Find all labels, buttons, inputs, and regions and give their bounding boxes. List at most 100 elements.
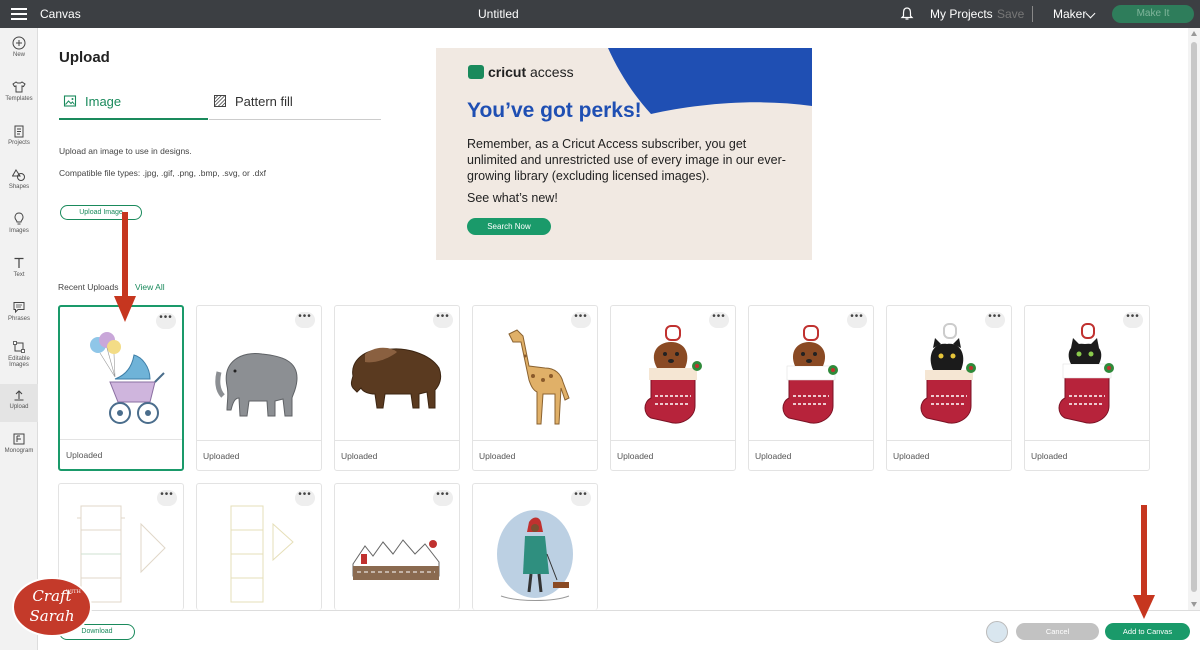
- sidebar-item-monogram[interactable]: Monogram: [0, 432, 38, 468]
- top-bar: Canvas Untitled My Projects Save Maker M…: [0, 0, 1200, 28]
- sidebar-item-text[interactable]: Text: [0, 256, 38, 292]
- sidebar-item-label: Projects: [8, 140, 30, 146]
- make-it-button[interactable]: Make It: [1112, 5, 1194, 23]
- more-options-icon[interactable]: •••: [433, 490, 453, 506]
- thumbnail-caption-bar: Uploaded: [887, 440, 1011, 470]
- more-options-icon[interactable]: •••: [156, 313, 176, 329]
- more-options-icon[interactable]: •••: [433, 312, 453, 328]
- cricut-access-promo: cricut access You’ve got perks! Remember…: [436, 48, 812, 260]
- machine-select[interactable]: Maker: [1053, 7, 1086, 21]
- tab-pattern-fill[interactable]: Pattern fill: [209, 92, 381, 120]
- upload-description: Upload an image to use in designs.: [59, 146, 192, 156]
- upload-thumbnail[interactable]: •••: [472, 483, 598, 610]
- annotation-arrow-icon: [114, 212, 136, 322]
- upload-thumbnail[interactable]: ••• Uploaded: [610, 305, 736, 471]
- craft-with-sarah-logo: Craft WITH Sarah: [12, 577, 92, 637]
- upload-thumbnail[interactable]: ••• Uploaded: [886, 305, 1012, 471]
- chevron-down-icon[interactable]: [1085, 8, 1096, 19]
- more-options-icon[interactable]: •••: [709, 312, 729, 328]
- image-icon: [63, 95, 77, 107]
- tab-image[interactable]: Image: [59, 92, 208, 120]
- logo-with: WITH: [66, 589, 81, 595]
- upload-thumbnail[interactable]: ••• Uploaded: [748, 305, 874, 471]
- logo-brand: cricut: [488, 64, 527, 80]
- cancel-button[interactable]: Cancel: [1016, 623, 1099, 640]
- more-options-icon[interactable]: •••: [1123, 312, 1143, 328]
- sidebar-item-label: Templates: [5, 96, 33, 102]
- more-options-icon[interactable]: •••: [571, 490, 591, 506]
- shapes-icon: [12, 169, 25, 181]
- thumbnail-caption-bar: Uploaded: [197, 440, 321, 470]
- clipboard-icon: [14, 125, 24, 138]
- sidebar-item-upload[interactable]: Upload: [0, 384, 38, 422]
- sidebar-item-label: Upload: [9, 404, 29, 410]
- scroll-up-icon[interactable]: [1191, 31, 1197, 36]
- shirt-icon: [12, 81, 26, 93]
- selected-image-avatar: [986, 621, 1008, 643]
- sidebar-item-new[interactable]: New: [0, 36, 38, 72]
- thumbnail-caption-bar: Uploaded: [611, 440, 735, 470]
- more-options-icon[interactable]: •••: [157, 490, 177, 506]
- upload-thumbnail[interactable]: ••• Uploaded: [1024, 305, 1150, 471]
- pattern-icon: [214, 95, 226, 107]
- bottom-action-bar: Download Cancel Add to Canvas: [39, 610, 1200, 650]
- sidebar-item-label: Monogram: [4, 448, 34, 454]
- document-title[interactable]: Untitled: [478, 7, 519, 21]
- left-sidebar: New Templates Projects Shapes Images Tex…: [0, 28, 38, 650]
- more-options-icon[interactable]: •••: [295, 490, 315, 506]
- sidebar-item-templates[interactable]: Templates: [0, 80, 38, 116]
- sidebar-item-editable-images[interactable]: Editable Images: [0, 340, 38, 382]
- upload-thumbnail[interactable]: ••• Uploaded: [58, 305, 184, 471]
- sidebar-item-projects[interactable]: Projects: [0, 124, 38, 160]
- upload-icon: [14, 390, 24, 401]
- speech-bubble-icon: [13, 302, 25, 314]
- monogram-icon: [13, 433, 25, 445]
- sidebar-item-label: Phrases: [7, 316, 30, 322]
- page-title: Upload: [59, 49, 110, 66]
- scroll-down-icon[interactable]: [1191, 602, 1197, 607]
- thumbnail-caption: Uploaded: [893, 451, 930, 461]
- promo-headline: You’ve got perks!: [467, 99, 642, 122]
- cricut-logo-icon: [468, 65, 484, 79]
- upload-thumbnail[interactable]: ••• Uploaded: [334, 305, 460, 471]
- more-options-icon[interactable]: •••: [295, 312, 315, 328]
- sidebar-item-label: Text: [13, 272, 25, 278]
- sidebar-item-label: New: [12, 52, 25, 58]
- tab-label: Image: [85, 94, 122, 109]
- sidebar-item-shapes[interactable]: Shapes: [0, 168, 38, 204]
- text-icon: [14, 257, 24, 268]
- thumbnail-caption-bar: Uploaded: [749, 440, 873, 470]
- upload-thumbnail[interactable]: ••• Uploaded: [196, 305, 322, 471]
- thumbnail-caption: Uploaded: [617, 451, 654, 461]
- my-projects-link[interactable]: My Projects: [930, 7, 993, 21]
- sidebar-item-images[interactable]: Images: [0, 212, 38, 248]
- thumbnail-caption-bar: Uploaded: [60, 439, 182, 469]
- vertical-scrollbar[interactable]: [1188, 28, 1200, 610]
- sidebar-item-phrases[interactable]: Phrases: [0, 300, 38, 336]
- menu-icon[interactable]: [11, 8, 27, 20]
- upload-thumbnail[interactable]: •••: [196, 483, 322, 610]
- upload-thumbnail[interactable]: •••: [334, 483, 460, 610]
- divider: [1032, 6, 1033, 22]
- more-options-icon[interactable]: •••: [571, 312, 591, 328]
- thumbnail-caption: Uploaded: [479, 451, 516, 461]
- promo-body: Remember, as a Cricut Access subscriber,…: [467, 137, 786, 183]
- annotation-arrow-icon: [1133, 505, 1155, 619]
- recent-uploads-label: Recent Uploads: [58, 282, 119, 292]
- thumbnail-caption: Uploaded: [755, 451, 792, 461]
- scrollbar-thumb[interactable]: [1191, 42, 1197, 592]
- more-options-icon[interactable]: •••: [847, 312, 867, 328]
- search-now-button[interactable]: Search Now: [467, 218, 551, 235]
- save-button[interactable]: Save: [997, 7, 1024, 21]
- thumbnail-caption: Uploaded: [1031, 451, 1068, 461]
- sidebar-item-label: Images: [9, 228, 29, 234]
- add-to-canvas-button[interactable]: Add to Canvas: [1105, 623, 1190, 640]
- logo-line-2: Sarah: [29, 607, 75, 625]
- more-options-icon[interactable]: •••: [985, 312, 1005, 328]
- notification-bell-icon[interactable]: [900, 7, 914, 21]
- thumbnail-caption-bar: Uploaded: [473, 440, 597, 470]
- sidebar-item-label: Images: [9, 362, 29, 368]
- upload-thumbnail[interactable]: ••• Uploaded: [472, 305, 598, 471]
- promo-logo: cricut access: [488, 64, 574, 80]
- view-all-link[interactable]: View All: [135, 282, 165, 292]
